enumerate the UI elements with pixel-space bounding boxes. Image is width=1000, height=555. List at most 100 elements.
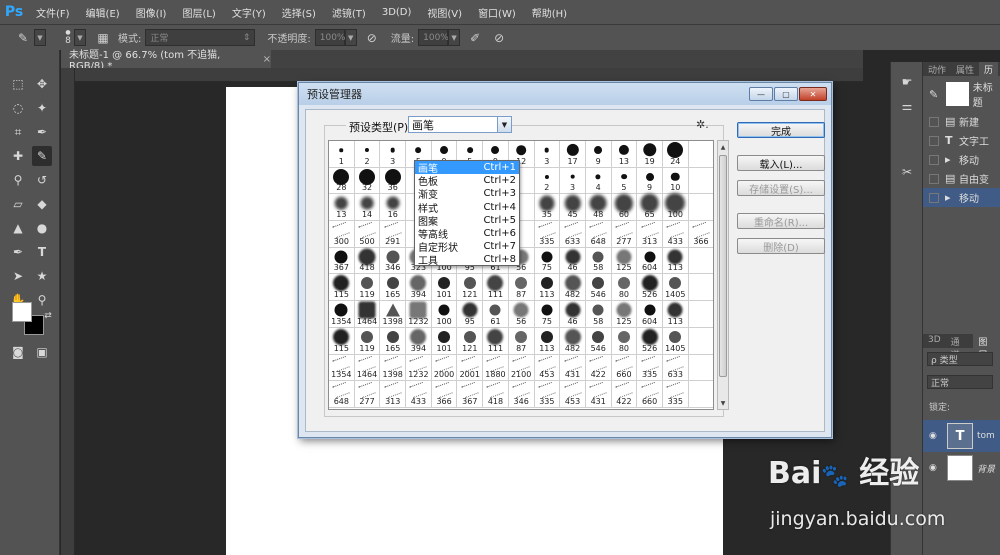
brush-preset-cell[interactable]: 418 xyxy=(483,381,509,408)
brush-preset-cell[interactable]: 2001 xyxy=(457,354,484,382)
menu-filter[interactable]: 滤镜(T) xyxy=(324,5,374,20)
brush-preset-cell[interactable]: 335 xyxy=(637,354,663,382)
history-brush-icon[interactable]: ↺ xyxy=(32,170,52,190)
minimize-button[interactable]: — xyxy=(749,87,773,101)
brush-preset-cell[interactable]: 367 xyxy=(329,247,355,275)
actions-icon[interactable]: ☛ xyxy=(897,72,917,92)
brush-preset-cell[interactable]: 648 xyxy=(329,381,355,408)
dropdown-option[interactable]: 渐变 Ctrl+3 xyxy=(415,187,519,201)
tool-preset-arrow[interactable]: ▼ xyxy=(34,29,46,46)
paint-bucket-icon[interactable]: ◆ xyxy=(32,194,52,214)
dropdown-option[interactable]: 自定形状 Ctrl+7 xyxy=(415,240,519,254)
brush-preset-cell[interactable]: 119 xyxy=(354,327,381,355)
brush-preset-cell[interactable]: 13 xyxy=(611,141,638,168)
brush-preset-cell[interactable] xyxy=(688,168,713,195)
brush-preset-cell[interactable]: 648 xyxy=(585,221,612,248)
mode-select[interactable]: 正常 ⇕ xyxy=(145,29,256,46)
brush-preset-cell[interactable]: 14 xyxy=(354,194,381,222)
done-button[interactable]: 完成 xyxy=(737,122,825,138)
brush-preset-cell[interactable]: 56 xyxy=(508,301,535,328)
eye-icon[interactable]: ◉ xyxy=(929,431,943,441)
close-icon[interactable]: × xyxy=(263,54,271,65)
brush-preset-cell[interactable]: 87 xyxy=(508,274,535,302)
brush-preset-cell[interactable]: 1405 xyxy=(662,274,689,302)
eyedropper-icon[interactable]: ✒ xyxy=(32,122,52,142)
brush-preset-cell[interactable]: 1232 xyxy=(406,301,432,328)
menu-type[interactable]: 文字(Y) xyxy=(224,5,274,20)
brush-preset-cell[interactable]: 2 xyxy=(534,167,561,195)
eraser-icon[interactable]: ▱ xyxy=(8,194,28,214)
quick-mask-icon[interactable]: ◙ xyxy=(8,342,28,362)
blur-icon[interactable]: ▲ xyxy=(8,218,28,238)
brush-preset-cell[interactable]: 2000 xyxy=(431,354,458,382)
history-item[interactable]: ▤ 自由变 xyxy=(923,169,1000,188)
menu-layer[interactable]: 图层(L) xyxy=(174,5,223,20)
menu-help[interactable]: 帮助(H) xyxy=(524,5,575,20)
tab-layers[interactable]: 图层 xyxy=(973,334,1000,361)
brush-preset-cell[interactable]: 3 xyxy=(380,141,407,168)
properties-icon[interactable]: ⚌ xyxy=(897,96,917,116)
shape-icon[interactable]: ★ xyxy=(32,266,52,286)
blend-mode-select[interactable]: 正常 xyxy=(927,375,993,389)
menu-edit[interactable]: 编辑(E) xyxy=(78,5,128,20)
brush-preset-cell[interactable]: 125 xyxy=(611,301,638,328)
brush-preset-cell[interactable]: 46 xyxy=(560,301,586,328)
brush-preset-cell[interactable]: 335 xyxy=(662,381,689,408)
brush-preset-cell[interactable]: 45 xyxy=(560,194,586,222)
pressure-size-icon[interactable]: ⊘ xyxy=(490,29,508,47)
brush-preset-cell[interactable]: 3 xyxy=(534,141,561,168)
brush-preset-cell[interactable]: 113 xyxy=(662,247,689,275)
brush-preset-cell[interactable]: 1405 xyxy=(662,327,689,355)
brush-preset-cell[interactable]: 58 xyxy=(585,301,612,328)
brush-preset-cell[interactable]: 604 xyxy=(637,247,663,275)
tab-actions[interactable]: 动作 xyxy=(923,62,951,76)
brush-preset-cell[interactable]: 32 xyxy=(354,167,381,195)
rename-button[interactable]: 重命名(R)... xyxy=(737,213,825,229)
brush-preset-cell[interactable]: 113 xyxy=(534,274,561,302)
preset-scrollbar[interactable]: ▲ ▼ xyxy=(717,140,729,410)
dropdown-option[interactable]: 等高线 Ctrl+6 xyxy=(415,227,519,241)
history-item[interactable]: ▤ 新建 xyxy=(923,112,1000,131)
brush-preset-cell[interactable]: 80 xyxy=(611,274,638,302)
brush-preset-cell[interactable]: 1880 xyxy=(483,354,509,382)
brush-preset-cell[interactable] xyxy=(688,328,713,355)
delete-button[interactable]: 删除(D) xyxy=(737,238,825,254)
brush-preset-cell[interactable]: 48 xyxy=(585,194,612,222)
brush-preset-cell[interactable]: 119 xyxy=(354,274,381,302)
history-item[interactable]: T 文字工 xyxy=(923,131,1000,150)
pen-icon[interactable]: ✒ xyxy=(8,242,28,262)
brush-preset-cell[interactable]: 433 xyxy=(406,381,432,408)
brush-preset-cell[interactable]: 75 xyxy=(534,247,561,275)
scroll-down-icon[interactable]: ▼ xyxy=(718,397,728,409)
brush-preset-cell[interactable]: 80 xyxy=(611,327,638,355)
brush-preset-cell[interactable] xyxy=(688,141,713,168)
opacity-input[interactable]: 100% xyxy=(314,29,345,46)
brush-preset-cell[interactable]: 115 xyxy=(329,274,355,302)
brush-preset-cell[interactable]: 433 xyxy=(662,221,689,248)
brush-preset-cell[interactable]: 482 xyxy=(560,327,586,355)
brush-panel-icon[interactable]: ▦ xyxy=(94,29,112,47)
brush-preset-cell[interactable]: 111 xyxy=(483,274,509,302)
dropdown-option[interactable]: 画笔 Ctrl+1 xyxy=(415,161,519,175)
menu-image[interactable]: 图像(I) xyxy=(128,5,175,20)
brush-preset-cell[interactable]: 660 xyxy=(637,381,663,408)
scroll-thumb[interactable] xyxy=(719,155,727,377)
brush-preset-cell[interactable]: 9 xyxy=(585,141,612,168)
save-set-button[interactable]: 存储设置(S)... xyxy=(737,180,825,196)
brush-preset-cell[interactable]: 61 xyxy=(483,301,509,328)
brush-preset-cell[interactable]: 113 xyxy=(662,301,689,328)
layer-filter-select[interactable]: ρ 类型 xyxy=(927,352,993,366)
brush-preset-cell[interactable]: 500 xyxy=(354,221,381,248)
tab-history[interactable]: 历 xyxy=(979,62,999,76)
brush-preset-cell[interactable]: 115 xyxy=(329,327,355,355)
dodge-icon[interactable]: ● xyxy=(32,218,52,238)
brush-preset-cell[interactable]: 111 xyxy=(483,327,509,355)
magic-wand-icon[interactable]: ✦ xyxy=(32,98,52,118)
brush-preset-cell[interactable]: 422 xyxy=(585,354,612,382)
brush-preset-cell[interactable]: 660 xyxy=(611,354,638,382)
brush-preset-cell[interactable] xyxy=(688,248,713,275)
brush-preset-cell[interactable]: 346 xyxy=(380,247,407,275)
clone-stamp-icon[interactable]: ⚲ xyxy=(8,170,28,190)
brush-preset-cell[interactable]: 101 xyxy=(431,274,458,302)
brush-preset-cell[interactable]: 313 xyxy=(637,221,663,248)
